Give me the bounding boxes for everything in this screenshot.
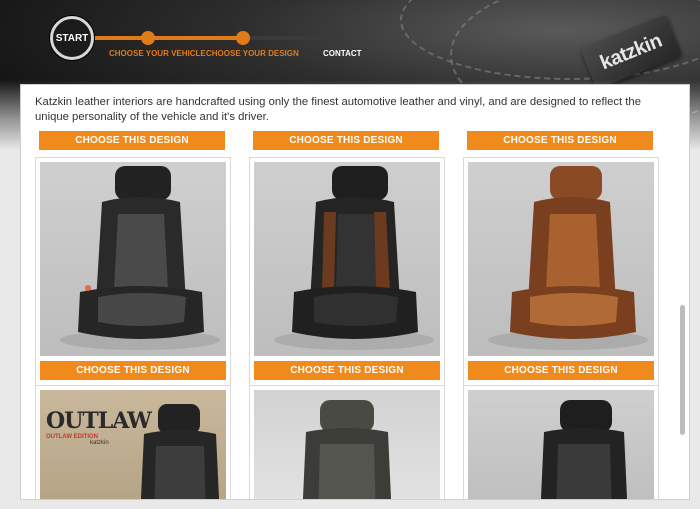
intro-text: Katzkin leather interiors are handcrafte… [35, 96, 641, 123]
choose-design-button[interactable]: CHOOSE THIS DESIGN [254, 361, 440, 380]
seat-image: OUTLAW OUTLAW EDITION katzkin [40, 390, 226, 499]
design-card[interactable]: CHOOSE THIS DESIGN [35, 157, 231, 387]
choose-design-button[interactable]: CHOOSE THIS DESIGN [253, 131, 439, 150]
design-card[interactable]: CHOOSE THIS DESIGN [249, 157, 445, 387]
seat-image [254, 390, 440, 499]
step-dot-contact [331, 31, 345, 45]
design-panel: Katzkin leather interiors are handcrafte… [20, 84, 690, 500]
design-card[interactable]: CHOOSE THIS DESIGN [463, 157, 659, 387]
choose-design-button[interactable]: CHOOSE THIS DESIGN [39, 131, 225, 150]
progress-track-complete [92, 36, 242, 40]
outlaw-logo: OUTLAW OUTLAW EDITION katzkin [46, 408, 152, 446]
seat-image [40, 162, 226, 356]
seat-image [468, 390, 654, 499]
step-label-contact[interactable]: CONTACT [323, 49, 362, 58]
design-card[interactable] [249, 385, 445, 499]
progress-track-remaining [242, 36, 338, 40]
panel-scrollbar[interactable] [680, 305, 685, 435]
choose-design-button[interactable]: CHOOSE THIS DESIGN [468, 361, 654, 380]
design-card[interactable] [463, 385, 659, 499]
step-dot-design [236, 31, 250, 45]
seat-image [468, 162, 654, 356]
start-button[interactable]: START [50, 16, 94, 60]
step-label-vehicle[interactable]: CHOOSE YOUR VEHICLE [109, 49, 206, 58]
seat-image [254, 162, 440, 356]
outlaw-logo-brand: katzkin [90, 440, 109, 446]
step-dot-vehicle [141, 31, 155, 45]
start-label: START [55, 32, 89, 44]
outlaw-logo-text: OUTLAW [46, 408, 152, 434]
design-card[interactable]: OUTLAW OUTLAW EDITION katzkin [35, 385, 231, 499]
step-label-design[interactable]: CHOOSE YOUR DESIGN [206, 49, 299, 58]
choose-design-button[interactable]: CHOOSE THIS DESIGN [40, 361, 226, 380]
choose-design-button[interactable]: CHOOSE THIS DESIGN [467, 131, 653, 150]
